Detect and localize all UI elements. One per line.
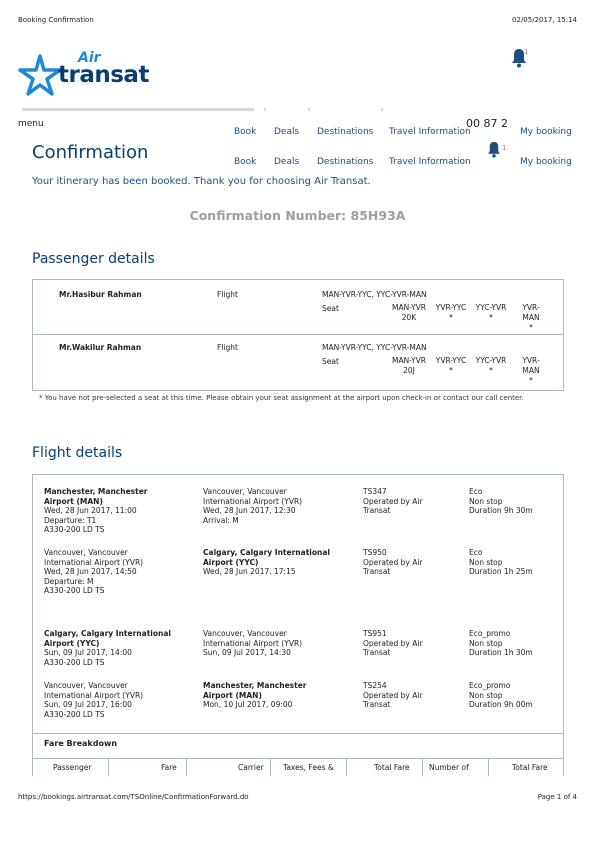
bell-icon: [488, 141, 500, 158]
passenger-table: Mr.Hasibur Rahman Flight MAN-YVR-YYC, YY…: [32, 279, 564, 391]
fare-header-row: Passenger Fare Carrier Taxes, Fees & Tot…: [33, 758, 563, 776]
passenger-name: Mr.Hasibur Rahman: [59, 290, 142, 299]
passenger-details-title: Passenger details: [32, 251, 155, 267]
nav-deals[interactable]: Deals: [274, 157, 299, 167]
flight-leg-3-number: TS951 Operated by Air Transat: [363, 629, 423, 657]
fare-col-passenger: Passenger: [53, 763, 92, 772]
flight-leg-1-cabin: Eco Non stop Duration 9h 30m: [469, 487, 533, 515]
seat-note: * You have not pre-selected a seat at th…: [39, 394, 524, 402]
flight-leg-4-to: Manchester, Manchester Airport (MAN) Mon…: [203, 681, 307, 709]
notification-count: 1: [524, 48, 529, 56]
seat-leg: YYC-YVR *: [475, 356, 507, 375]
passenger-type: Flight: [217, 343, 238, 352]
flight-leg-1-from: Manchester, Manchester Airport (MAN) Wed…: [44, 487, 148, 534]
nav-divider-dot: [381, 108, 383, 111]
nav-travel-information[interactable]: Travel Information: [389, 157, 471, 167]
star-logo-icon: [18, 54, 62, 96]
nav-book[interactable]: Book: [234, 127, 256, 137]
fare-col-total-fare-2: Total Fare: [512, 763, 548, 772]
fare-col-taxes: Taxes, Fees &: [283, 763, 334, 772]
fare-section: Fare Breakdown Passenger Fare Carrier Ta…: [32, 734, 564, 776]
seat-leg: YVR-MAN *: [522, 356, 540, 385]
seat-leg: MAN-YVR 20J: [392, 356, 426, 375]
print-header-datetime: 02/05/2017, 15:14: [512, 16, 577, 24]
nav-destinations[interactable]: Destinations: [317, 157, 373, 167]
nav-divider-dot: [308, 108, 310, 111]
seat-label: Seat: [322, 304, 339, 313]
flight-leg-1-to: Vancouver, Vancouver International Airpo…: [203, 487, 303, 525]
fare-col-number-of: Number of: [429, 763, 469, 772]
air-transat-logo[interactable]: Air transat: [18, 50, 149, 100]
flight-leg-2-from: Vancouver, Vancouver International Airpo…: [44, 548, 144, 595]
fare-col-carrier: Carrier: [238, 763, 264, 772]
flight-leg-1-number: TS347 Operated by Air Transat: [363, 487, 423, 515]
fare-col-fare: Fare: [161, 763, 177, 772]
flight-leg-3-to: Vancouver, Vancouver International Airpo…: [203, 629, 303, 657]
flight-details-title: Flight details: [32, 445, 123, 461]
menu-button[interactable]: menu: [18, 119, 44, 129]
print-footer-url: https://bookings.airtransat.com/TSOnline…: [18, 793, 249, 801]
nav-divider-dot: [264, 108, 266, 111]
nav-divider: [22, 108, 254, 111]
phone-number: 00 87 2: [466, 117, 508, 130]
flight-table: Manchester, Manchester Airport (MAN) Wed…: [32, 474, 564, 734]
flight-leg-2-number: TS950 Operated by Air Transat: [363, 548, 423, 576]
passenger-name: Mr.Wakilur Rahman: [59, 343, 142, 352]
seat-leg: YVR-YYC *: [435, 303, 467, 322]
logo-transat-text: transat: [58, 62, 149, 88]
passenger-route: MAN-YVR-YYC, YYC-YVR-MAN: [322, 290, 427, 299]
nav-destinations[interactable]: Destinations: [317, 127, 373, 137]
flight-leg-4-from: Vancouver, Vancouver International Airpo…: [44, 681, 144, 719]
fare-breakdown-title: Fare Breakdown: [44, 739, 118, 748]
page-title: Confirmation: [32, 142, 149, 163]
confirmation-number: Confirmation Number: 85H93A: [189, 208, 406, 223]
notification-bell-button[interactable]: 1: [511, 48, 529, 72]
passenger-route: MAN-YVR-YYC, YYC-YVR-MAN: [322, 343, 427, 352]
print-footer-page: Page 1 of 4: [537, 793, 577, 801]
flight-leg-2-cabin: Eco Non stop Duration 1h 25m: [469, 548, 533, 576]
seat-leg: YVR-YYC *: [435, 356, 467, 375]
seat-label: Seat: [322, 357, 339, 366]
flight-leg-3-cabin: Eco_promo Non stop Duration 1h 30m: [469, 629, 533, 657]
nav-my-booking[interactable]: My booking: [520, 127, 572, 137]
flight-leg-4-number: TS254 Operated by Air Transat: [363, 681, 423, 709]
nav-deals[interactable]: Deals: [274, 127, 299, 137]
nav-travel-information[interactable]: Travel Information: [389, 127, 471, 137]
notification-bell-button[interactable]: 1: [487, 141, 506, 162]
flight-leg-3-from: Calgary, Calgary International Airport (…: [44, 629, 171, 667]
fare-col-total-fare: Total Fare: [374, 763, 410, 772]
seat-leg: MAN-YVR 20K: [392, 303, 426, 322]
flight-leg-2-to: Calgary, Calgary International Airport (…: [203, 548, 330, 576]
row-divider: [33, 334, 563, 335]
confirmation-message: Your itinerary has been booked. Thank yo…: [32, 176, 371, 187]
nav-book[interactable]: Book: [234, 157, 256, 167]
notification-count: 1: [502, 144, 507, 152]
seat-leg: YYC-YVR *: [475, 303, 507, 322]
passenger-type: Flight: [217, 290, 238, 299]
nav-my-booking[interactable]: My booking: [520, 157, 572, 167]
print-header-title: Booking Confirmation: [18, 16, 94, 24]
flight-leg-4-cabin: Eco_promo Non stop Duration 9h 00m: [469, 681, 533, 709]
seat-leg: YVR-MAN *: [522, 303, 540, 332]
